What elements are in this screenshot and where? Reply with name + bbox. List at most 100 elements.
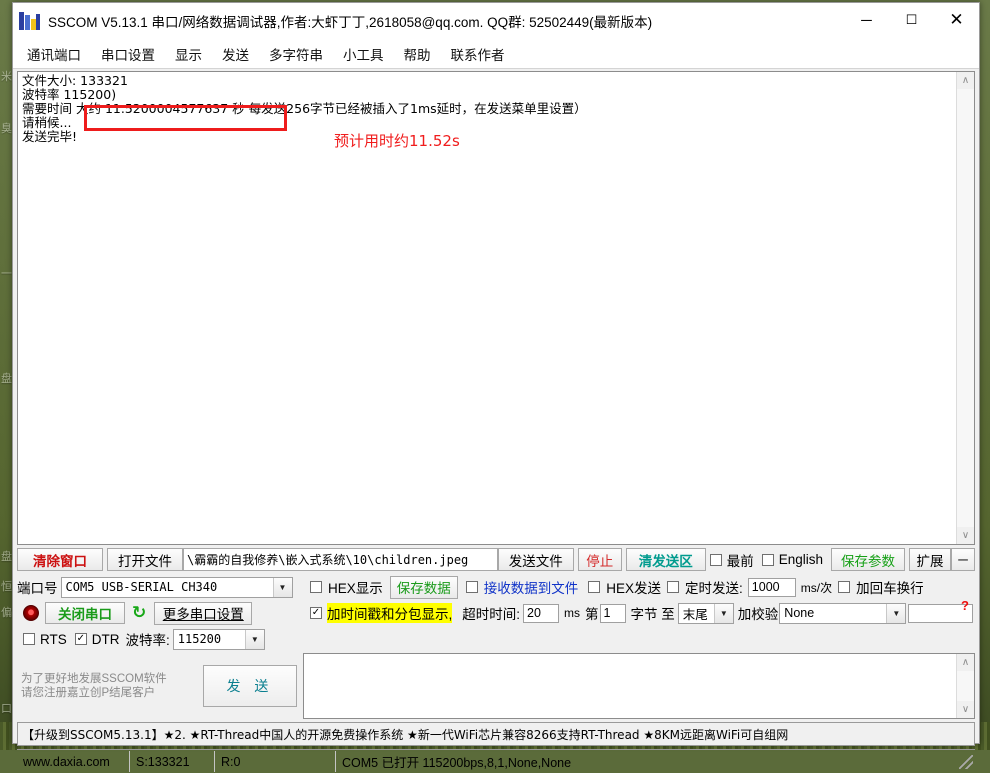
baud-combo[interactable]: 115200 ▼ xyxy=(172,628,265,650)
port-label: 端口号 xyxy=(17,581,58,596)
receive-scrollbar[interactable]: ∧ ∨ xyxy=(956,72,974,544)
save-data-button[interactable]: 保存数据 xyxy=(389,575,458,599)
more-port-settings-button[interactable]: 更多串口设置 xyxy=(154,601,253,625)
refresh-icon[interactable]: ↻ xyxy=(132,603,146,623)
register-and-send-group: 为了更好地发展SSCOM软件 请您注册嘉立创P结尾客户 发 送 xyxy=(17,653,300,719)
help-question-icon[interactable]: ? xyxy=(961,598,969,613)
port-control-row: 关闭串口 ↻ 更多串口设置 ✓ 加时间戳和分包显示, 超时时间: 20 ms 第… xyxy=(17,598,975,625)
clear-send-button[interactable]: 清发送区 xyxy=(625,548,706,571)
port-and-display-row: 端口号 COM5 USB-SERIAL CH340 ▼ HEX显示 保存数据 接… xyxy=(17,575,975,599)
scroll-up-icon[interactable]: ∧ xyxy=(957,654,974,671)
open-file-button[interactable]: 打开文件 xyxy=(107,548,183,571)
byte-from-value: 1 xyxy=(603,606,611,620)
recv-to-file-label: 接收数据到文件 xyxy=(483,581,579,596)
minimize-button[interactable]: ─ xyxy=(844,3,889,37)
promo-banner[interactable]: 【升级到SSCOM5.13.1】★2. ★RT-Thread中国人的开源免费操作… xyxy=(17,722,975,746)
resize-grip-icon[interactable] xyxy=(959,754,973,769)
window-controls: ─ ☐ ✕ xyxy=(844,3,979,39)
hex-display-checkbox[interactable] xyxy=(310,581,322,593)
port-select-group: 端口号 COM5 USB-SERIAL CH340 ▼ xyxy=(17,576,300,598)
save-params-button[interactable]: 保存参数 xyxy=(831,548,905,571)
send-button[interactable]: 发 送 xyxy=(203,665,297,707)
receive-area: 文件大小: 133321 波特率 115200) 需要时间 大约 11.5200… xyxy=(17,71,975,545)
timed-send-input[interactable]: 1000 xyxy=(747,577,796,597)
byte-from-input[interactable]: 1 xyxy=(599,603,626,623)
timestamp-options-row: ✓ 加时间戳和分包显示, 超时时间: 20 ms 第 1 字节 至 末尾 ▼ 加… xyxy=(300,602,975,624)
scroll-down-icon[interactable]: ∨ xyxy=(957,527,974,544)
send-textarea-input[interactable] xyxy=(304,654,956,718)
timed-send-unit: ms/次 xyxy=(800,580,833,595)
byte-to-combo[interactable]: 末尾 ▼ xyxy=(677,602,734,624)
topmost-checkbox[interactable] xyxy=(709,553,722,566)
sscom-app-icon xyxy=(19,10,41,32)
timeout-value: 20 xyxy=(527,606,541,620)
send-text-area[interactable]: ∧ ∨ xyxy=(303,653,975,719)
menu-item-tools[interactable]: 小工具 xyxy=(343,44,384,64)
receive-line: 发送完毕! xyxy=(22,129,78,144)
dtr-checkbox[interactable]: ✓ xyxy=(74,633,87,645)
status-sent: S:133321 xyxy=(130,751,215,772)
send-row: 为了更好地发展SSCOM软件 请您注册嘉立创P结尾客户 发 送 ∧ ∨ xyxy=(17,653,975,719)
status-connection: COM5 已打开 115200bps,8,1,None,None xyxy=(342,756,572,770)
scroll-down-icon[interactable]: ∨ xyxy=(957,701,974,718)
crlf-label: 加回车换行 xyxy=(856,581,924,596)
chevron-down-icon[interactable]: ▼ xyxy=(886,603,906,623)
byte-to-value: 末尾 xyxy=(682,606,708,622)
chevron-down-icon[interactable]: ▼ xyxy=(713,603,733,623)
clear-window-button[interactable]: 清除窗口 xyxy=(17,548,103,571)
scrollbar-trough[interactable] xyxy=(957,671,974,701)
send-scrollbar[interactable]: ∧ ∨ xyxy=(956,654,974,718)
timestamp-label: 加时间戳和分包显示, xyxy=(327,603,453,623)
maximize-button[interactable]: ☐ xyxy=(889,3,934,37)
menu-item-contact[interactable]: 联系作者 xyxy=(451,44,505,64)
rts-checkbox[interactable] xyxy=(23,633,35,645)
desktop-ghost-label: 偏 xyxy=(1,607,12,619)
close-button[interactable]: ✕ xyxy=(934,3,979,37)
checksum-combo[interactable]: None ▼ xyxy=(779,602,907,624)
dtr-label: DTR xyxy=(91,631,120,647)
desktop-ghost-label: 盘 xyxy=(1,551,12,563)
hex-send-label: HEX发送 xyxy=(606,581,662,596)
byte-range-label: 字节 至 xyxy=(630,607,675,622)
estimate-highlight-box xyxy=(84,105,287,131)
expand-button[interactable]: 扩展 xyxy=(909,548,951,571)
display-options-row: HEX显示 保存数据 接收数据到文件 HEX发送 定时发送: 1000 ms/次… xyxy=(300,575,975,599)
menu-item-help[interactable]: 帮助 xyxy=(404,44,431,64)
status-site[interactable]: www.daxia.com xyxy=(17,751,130,772)
menu-item-multistring[interactable]: 多字符串 xyxy=(269,44,323,64)
status-received: R:0 xyxy=(215,751,336,772)
collapse-button[interactable]: ─ xyxy=(951,548,975,571)
timed-send-value: 1000 xyxy=(751,580,780,594)
scrollbar-trough[interactable] xyxy=(957,89,974,527)
chevron-down-icon[interactable]: ▼ xyxy=(244,629,264,649)
sscom-main-window: SSCOM V5.13.1 串口/网络数据调试器,作者:大虾丁丁,2618058… xyxy=(12,2,980,772)
checksum-value: None xyxy=(784,606,815,620)
topmost-label: 最前 xyxy=(726,553,754,569)
hex-send-checkbox[interactable] xyxy=(588,581,601,593)
scroll-up-icon[interactable]: ∧ xyxy=(957,72,974,89)
desktop-ghost-label: 一 xyxy=(1,268,12,280)
chevron-down-icon[interactable]: ▼ xyxy=(272,577,292,597)
port-combo[interactable]: COM5 USB-SERIAL CH340 ▼ xyxy=(60,576,293,598)
menu-item-comm-port[interactable]: 通讯端口 xyxy=(27,44,81,64)
timestamp-checkbox[interactable]: ✓ xyxy=(310,607,322,619)
timeout-input[interactable]: 20 xyxy=(523,603,560,623)
desktop-ghost-label: 口 xyxy=(1,703,12,715)
menu-item-port-config[interactable]: 串口设置 xyxy=(101,44,155,64)
byte-from-label: 第 xyxy=(585,607,599,622)
timed-send-checkbox[interactable] xyxy=(667,581,680,593)
recv-to-file-checkbox[interactable] xyxy=(465,581,478,593)
stop-button[interactable]: 停止 xyxy=(577,548,622,571)
menu-item-display[interactable]: 显示 xyxy=(175,44,202,64)
port-control-group: 关闭串口 ↻ 更多串口设置 xyxy=(17,601,300,625)
receive-text[interactable]: 文件大小: 133321 波特率 115200) 需要时间 大约 11.5200… xyxy=(18,72,956,544)
file-path-input[interactable]: \霸霸的自我修养\嵌入式系统\10\children.jpeg xyxy=(183,548,498,571)
english-checkbox[interactable] xyxy=(761,553,774,566)
file-toolbar: 清除窗口 打开文件 \霸霸的自我修养\嵌入式系统\10\children.jpe… xyxy=(17,547,975,572)
receive-line: 文件大小: 133321 xyxy=(22,73,128,88)
menu-item-send[interactable]: 发送 xyxy=(222,44,249,64)
send-file-button[interactable]: 发送文件 xyxy=(497,548,574,571)
desktop-ghost-label: 盘 xyxy=(1,373,12,385)
close-port-button[interactable]: 关闭串口 xyxy=(45,602,125,624)
crlf-checkbox[interactable] xyxy=(838,581,851,593)
